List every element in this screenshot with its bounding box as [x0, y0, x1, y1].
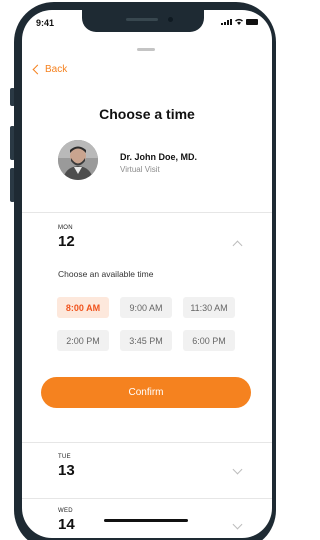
- avatar-portrait: [58, 140, 98, 180]
- day-date: 14: [58, 516, 75, 533]
- time-slot[interactable]: 8:00 AM: [57, 297, 109, 318]
- available-time-label: Choose an available time: [58, 269, 154, 279]
- notch: [82, 10, 204, 32]
- time-slot[interactable]: 9:00 AM: [120, 297, 172, 318]
- day-date: 12: [58, 233, 75, 250]
- chevron-down-icon[interactable]: [232, 464, 243, 475]
- sheet-grabber[interactable]: [137, 48, 155, 51]
- divider: [22, 212, 272, 213]
- visit-type: Virtual Visit: [120, 165, 160, 174]
- chevron-left-icon: [32, 64, 43, 75]
- status-time: 9:41: [36, 18, 55, 28]
- battery-icon: [246, 19, 258, 25]
- chevron-down-icon[interactable]: [232, 519, 243, 530]
- day-weekday: MON: [58, 225, 73, 231]
- wifi-icon: [235, 18, 243, 25]
- avatar: [58, 140, 98, 180]
- stage: 9:41 Back Choose a time Dr. John Doe, MD…: [0, 0, 276, 540]
- signal-icon: [221, 19, 232, 25]
- back-label: Back: [45, 64, 68, 75]
- time-slot[interactable]: 6:00 PM: [183, 330, 235, 351]
- divider: [22, 442, 272, 443]
- time-slot[interactable]: 2:00 PM: [57, 330, 109, 351]
- home-indicator[interactable]: [104, 519, 188, 522]
- back-button[interactable]: Back: [32, 64, 68, 75]
- chevron-up-icon[interactable]: [232, 240, 243, 251]
- speaker: [126, 18, 158, 21]
- phone-screen: 9:41 Back Choose a time Dr. John Doe, MD…: [22, 10, 272, 538]
- day-weekday: WED: [58, 508, 73, 514]
- time-slot[interactable]: 3:45 PM: [120, 330, 172, 351]
- page-title: Choose a time: [99, 106, 195, 122]
- confirm-button[interactable]: Confirm: [41, 377, 251, 408]
- status-icons: [221, 18, 258, 25]
- time-slot[interactable]: 11:30 AM: [183, 297, 235, 318]
- day-weekday: TUE: [58, 454, 71, 460]
- day-date: 13: [58, 462, 75, 479]
- camera: [168, 17, 173, 22]
- divider: [22, 498, 272, 499]
- provider-name: Dr. John Doe, MD.: [120, 152, 198, 162]
